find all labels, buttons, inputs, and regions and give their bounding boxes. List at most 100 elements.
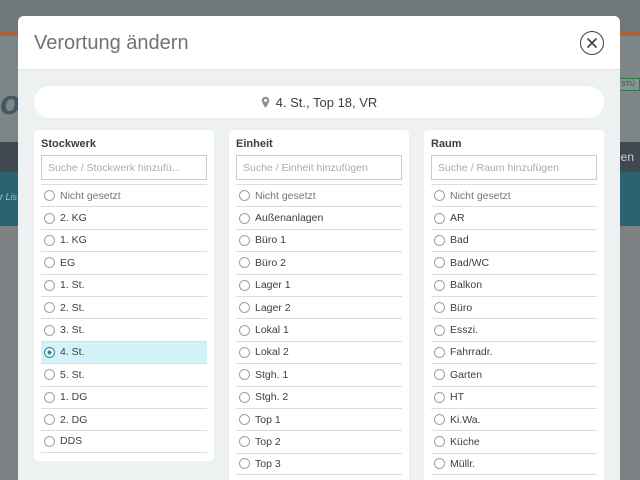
room-option[interactable]: AR <box>431 206 597 228</box>
modal-header: Verortung ändern <box>18 16 620 70</box>
unit-column-title: Einheit <box>236 138 273 150</box>
floor-option[interactable]: 1. St. <box>41 273 207 296</box>
unit-option[interactable]: Top 3 <box>236 452 402 476</box>
floor-option[interactable]: 2. St. <box>41 295 207 318</box>
floor-option-label: 2. KG <box>60 212 87 225</box>
radio-unchecked-icon[interactable] <box>44 391 55 403</box>
floor-option[interactable]: EG <box>41 251 207 273</box>
unit-option-label: Nicht gesetzt <box>255 189 316 202</box>
unit-option[interactable]: Außenanlagen <box>236 206 402 228</box>
radio-unchecked-icon[interactable] <box>434 234 445 246</box>
room-search-input[interactable] <box>431 155 597 180</box>
radio-unchecked-icon[interactable] <box>44 279 55 291</box>
room-option[interactable]: Büro <box>431 295 597 318</box>
floor-option[interactable]: 5. St. <box>41 363 207 385</box>
unit-option[interactable]: Lager 1 <box>236 273 402 296</box>
unit-option-label: Lager 1 <box>255 279 291 292</box>
floor-option-label: 2. DG <box>60 413 88 426</box>
radio-unchecked-icon[interactable] <box>44 302 55 314</box>
radio-unchecked-icon[interactable] <box>434 436 445 448</box>
room-option-label: Müllr. <box>450 457 476 470</box>
radio-unchecked-icon[interactable] <box>239 414 250 426</box>
unit-option[interactable]: Nicht gesetzt <box>236 184 402 206</box>
room-option-label: Fahrradr. <box>450 346 493 359</box>
radio-unchecked-icon[interactable] <box>239 369 250 381</box>
radio-unchecked-icon[interactable] <box>239 436 250 448</box>
radio-unchecked-icon[interactable] <box>239 458 250 470</box>
floor-option-label: 4. St. <box>60 346 85 359</box>
close-icon <box>587 38 597 48</box>
room-option[interactable]: Müllr. <box>431 452 597 476</box>
radio-unchecked-icon[interactable] <box>434 369 445 381</box>
unit-option[interactable]: Stgh. 2 <box>236 385 402 408</box>
radio-unchecked-icon[interactable] <box>239 234 250 246</box>
radio-unchecked-icon[interactable] <box>434 302 445 314</box>
floor-option[interactable]: 2. KG <box>41 206 207 228</box>
room-column: Raum Nicht gesetzt AR Bad Bad/WC Balkon Büro E… <box>424 130 604 480</box>
radio-unchecked-icon[interactable] <box>239 257 250 269</box>
unit-option[interactable]: Büro 1 <box>236 228 402 251</box>
floor-option[interactable]: 1. KG <box>41 228 207 251</box>
radio-unchecked-icon[interactable] <box>239 391 250 403</box>
radio-unchecked-icon[interactable] <box>434 212 445 224</box>
room-option[interactable]: Küche <box>431 430 597 452</box>
radio-unchecked-icon[interactable] <box>239 346 250 358</box>
radio-unchecked-icon[interactable] <box>239 190 250 202</box>
radio-unchecked-icon[interactable] <box>44 212 55 224</box>
floor-option-label: 1. DG <box>60 391 88 404</box>
radio-unchecked-icon[interactable] <box>44 414 55 426</box>
unit-option-label: Lokal 1 <box>255 324 289 337</box>
floor-option[interactable]: DDS <box>41 430 207 453</box>
room-option[interactable]: Nicht gesetzt <box>431 184 597 206</box>
unit-option[interactable]: Stgh. 1 <box>236 363 402 385</box>
radio-unchecked-icon[interactable] <box>239 212 250 224</box>
room-option[interactable]: HT <box>431 385 597 408</box>
room-option[interactable]: Bad/WC <box>431 251 597 273</box>
room-option-label: Bad <box>450 234 469 247</box>
room-option[interactable]: Garten <box>431 363 597 385</box>
room-option[interactable]: Fahrradr. <box>431 340 597 363</box>
radio-unchecked-icon[interactable] <box>44 190 55 202</box>
unit-option[interactable]: Lokal 1 <box>236 318 402 340</box>
unit-option-label: Top 1 <box>255 413 281 426</box>
radio-unchecked-icon[interactable] <box>239 279 250 291</box>
radio-unchecked-icon[interactable] <box>434 324 445 336</box>
room-option[interactable]: Ki.Wa. <box>431 407 597 430</box>
radio-unchecked-icon[interactable] <box>44 257 55 269</box>
floor-search-input[interactable] <box>41 155 207 180</box>
radio-unchecked-icon[interactable] <box>239 324 250 336</box>
floor-option[interactable]: Nicht gesetzt <box>41 184 207 206</box>
room-option[interactable]: Esszi. <box>431 318 597 340</box>
floor-option[interactable]: 2. DG <box>41 407 207 430</box>
unit-search-input[interactable] <box>236 155 402 180</box>
radio-unchecked-icon[interactable] <box>434 414 445 426</box>
radio-checked-icon[interactable] <box>44 346 55 358</box>
radio-unchecked-icon[interactable] <box>434 257 445 269</box>
radio-unchecked-icon[interactable] <box>44 324 55 336</box>
floor-option-label: 2. St. <box>60 301 85 314</box>
radio-unchecked-icon[interactable] <box>434 391 445 403</box>
radio-unchecked-icon[interactable] <box>434 458 445 470</box>
unit-option[interactable]: Lager 2 <box>236 295 402 318</box>
radio-unchecked-icon[interactable] <box>434 346 445 358</box>
unit-option[interactable]: Lokal 2 <box>236 340 402 363</box>
radio-unchecked-icon[interactable] <box>434 279 445 291</box>
unit-option[interactable]: Top 1 <box>236 407 402 430</box>
radio-unchecked-icon[interactable] <box>434 190 445 202</box>
radio-unchecked-icon[interactable] <box>44 369 55 381</box>
unit-option-label: Außenanlagen <box>255 212 324 225</box>
floor-option[interactable]: 3. St. <box>41 318 207 340</box>
unit-option[interactable]: Top 2 <box>236 430 402 452</box>
room-option-label: Nicht gesetzt <box>450 189 511 202</box>
unit-column: Einheit Nicht gesetzt Außenanlagen Büro 1 B… <box>229 130 409 480</box>
room-option[interactable]: Bad <box>431 228 597 251</box>
close-button[interactable] <box>580 31 604 55</box>
radio-unchecked-icon[interactable] <box>239 302 250 314</box>
floor-option[interactable]: 4. St. <box>41 340 207 364</box>
floor-option-label: 3. St. <box>60 324 85 337</box>
radio-unchecked-icon[interactable] <box>44 435 55 447</box>
radio-unchecked-icon[interactable] <box>44 234 55 246</box>
room-option[interactable]: Balkon <box>431 273 597 296</box>
floor-option[interactable]: 1. DG <box>41 385 207 408</box>
unit-option[interactable]: Büro 2 <box>236 251 402 273</box>
